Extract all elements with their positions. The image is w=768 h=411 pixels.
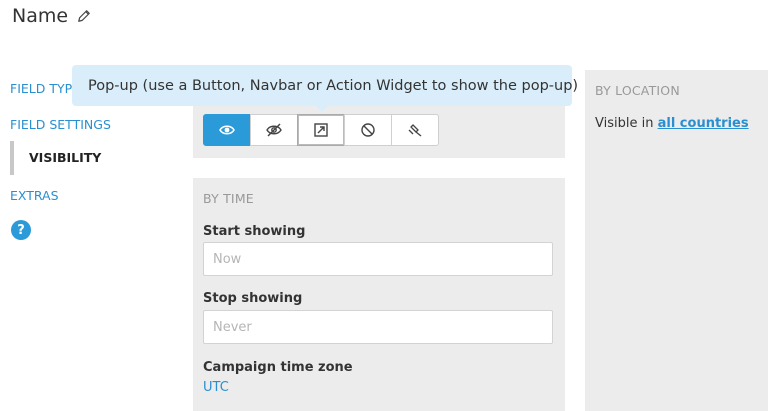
popup-icon [314, 123, 328, 137]
title-text: Name [12, 5, 69, 27]
visibility-settings-page: Name FIELD TYP FIELD SETTINGS VISIBILITY… [0, 0, 768, 411]
visibility-mode-selector [203, 114, 439, 146]
stop-showing-input[interactable] [203, 310, 553, 344]
tooltip-arrow [315, 105, 329, 112]
gavel-icon [408, 124, 422, 137]
nav-item-visibility[interactable]: VISIBILITY [10, 141, 101, 175]
hide-button[interactable] [250, 114, 298, 146]
by-time-heading: BY TIME [203, 191, 254, 206]
eye-icon [219, 125, 235, 135]
by-location-panel: BY LOCATION Visible in all countries [585, 70, 768, 411]
stop-showing-label: Stop showing [203, 291, 303, 306]
nav-item-field-settings[interactable]: FIELD SETTINGS [10, 117, 111, 132]
help-icon[interactable]: ? [11, 220, 31, 240]
ban-icon [361, 123, 375, 137]
show-always-button[interactable] [203, 114, 251, 146]
disable-button[interactable] [344, 114, 392, 146]
nav-item-field-type[interactable]: FIELD TYP [10, 81, 72, 96]
nav-item-extras[interactable]: EXTRAS [10, 188, 59, 203]
page-title: Name [12, 5, 91, 27]
start-showing-input[interactable] [203, 242, 553, 276]
timezone-label: Campaign time zone [203, 360, 353, 375]
timezone-link[interactable]: UTC [203, 380, 229, 395]
eye-slash-icon [266, 123, 282, 137]
visible-in-prefix: Visible in [595, 116, 654, 131]
start-showing-label: Start showing [203, 224, 306, 239]
rule-button[interactable] [391, 114, 439, 146]
by-time-panel: BY TIME Start showing Stop showing Campa… [193, 178, 565, 411]
popup-button[interactable] [297, 114, 345, 146]
tooltip: Pop-up (use a Button, Navbar or Action W… [72, 65, 578, 106]
visibility-mode-panel [193, 100, 565, 158]
by-location-heading: BY LOCATION [595, 83, 680, 98]
pencil-icon[interactable] [77, 9, 91, 23]
visible-in-text: Visible in all countries [595, 116, 749, 131]
all-countries-link[interactable]: all countries [658, 116, 749, 131]
